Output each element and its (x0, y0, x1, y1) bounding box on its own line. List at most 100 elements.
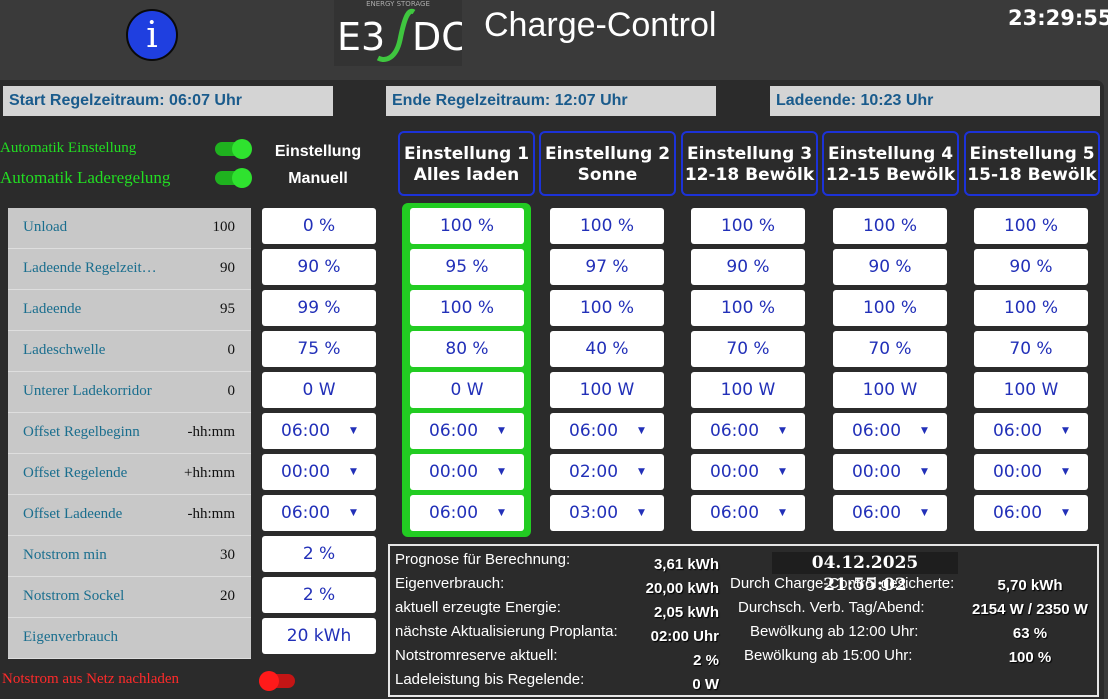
setting-5-value-input[interactable]: 06:00 ▼ (974, 495, 1088, 531)
setting-3-value-input[interactable]: 90 % (691, 249, 805, 285)
setting-value: 70 % (1009, 339, 1053, 359)
setting-3-value-input[interactable]: 100 W (691, 372, 805, 408)
info-value: 63 % (1012, 625, 1048, 642)
setting-3-subtitle: 12-18 Bewölk (684, 165, 815, 185)
setting-1-value-input[interactable]: 80 % (410, 331, 524, 367)
manual-value-input[interactable]: 99 % (262, 290, 376, 326)
info-value: 5,70 kWh (997, 577, 1063, 594)
setting-value: 100 % (1003, 298, 1058, 318)
param-value: +hh:mm (184, 465, 235, 481)
setting-4-value-input[interactable]: 100 % (833, 290, 947, 326)
setting-5-value-input[interactable]: 70 % (974, 331, 1088, 367)
setting-4-button[interactable]: Einstellung 4 12-15 Bewölk (822, 131, 959, 196)
ladeende-time: Ladeende: 10:23 Uhr (770, 86, 1100, 116)
setting-4-value-input[interactable]: 90 % (833, 249, 947, 285)
automatik-laderegelung-toggle[interactable] (215, 168, 252, 188)
setting-value: 00:00 (993, 462, 1043, 482)
setting-3-value-input[interactable]: 00:00 ▼ (691, 454, 805, 490)
setting-1-value-input[interactable]: 100 % (410, 290, 524, 326)
chevron-down-icon: ▼ (498, 426, 505, 436)
setting-2-value-input[interactable]: 100 % (550, 208, 664, 244)
setting-3-value-input[interactable]: 70 % (691, 331, 805, 367)
setting-1-value-input[interactable]: 100 % (410, 208, 524, 244)
setting-3-button[interactable]: Einstellung 3 12-18 Bewölk (681, 131, 818, 196)
setting-2-value-input[interactable]: 02:00 ▼ (550, 454, 664, 490)
setting-4-value-input[interactable]: 70 % (833, 331, 947, 367)
info-label: Durchsch. Verb. Tag/Abend: (738, 599, 925, 616)
chevron-down-icon: ▼ (498, 508, 505, 518)
info-icon[interactable]: i (126, 9, 178, 61)
setting-4-value-input[interactable]: 100 W (833, 372, 947, 408)
setting-value: 06:00 (710, 421, 760, 441)
setting-4-subtitle: 12-15 Bewölk (825, 165, 956, 185)
setting-5-value-input[interactable]: 06:00 ▼ (974, 413, 1088, 449)
param-row: Ladeende Regelzeit… 90 (8, 249, 251, 290)
chevron-down-icon: ▼ (1062, 508, 1069, 518)
setting-value: 97 % (585, 257, 629, 277)
param-name: Ladeende (23, 301, 82, 317)
manual-value-input[interactable]: 0 % (262, 208, 376, 244)
setting-2-value-input[interactable]: 40 % (550, 331, 664, 367)
setting-3-value-input[interactable]: 06:00 ▼ (691, 495, 805, 531)
manual-value-input[interactable]: 00:00 ▼ (262, 454, 376, 490)
setting-1-button[interactable]: Einstellung 1 Alles laden (398, 131, 535, 196)
manual-value-input[interactable]: 06:00 ▼ (262, 413, 376, 449)
setting-1-value-input[interactable]: 00:00 ▼ (410, 454, 524, 490)
setting-4-value-input[interactable]: 06:00 ▼ (833, 413, 947, 449)
setting-value: 70 % (868, 339, 912, 359)
param-value: -hh:mm (187, 424, 236, 440)
param-name: Offset Regelbeginn (23, 424, 140, 440)
manual-value-input[interactable]: 0 W (262, 372, 376, 408)
last-update-date: 04.12.2025 21:55:02 (772, 552, 958, 595)
setting-value: 100 % (720, 216, 775, 236)
setting-3-value-input[interactable]: 100 % (691, 290, 805, 326)
manual-value: 90 % (297, 257, 341, 277)
setting-1-value-input[interactable]: 0 W (410, 372, 524, 408)
setting-5-value-input[interactable]: 00:00 ▼ (974, 454, 1088, 490)
param-value: 0 (227, 383, 236, 399)
setting-1-value-input[interactable]: 95 % (410, 249, 524, 285)
manual-value-input[interactable]: 75 % (262, 331, 376, 367)
setting-3-title: Einstellung 3 (686, 144, 813, 164)
setting-value: 90 % (1009, 257, 1053, 277)
info-value: 20,00 kWh (645, 580, 719, 597)
setting-value: 40 % (585, 339, 629, 359)
setting-2-button[interactable]: Einstellung 2 Sonne (539, 131, 676, 196)
setting-5-value-input[interactable]: 100 % (974, 208, 1088, 244)
setting-1-value-input[interactable]: 06:00 ▼ (410, 413, 524, 449)
automatik-einstellung-toggle[interactable] (215, 139, 252, 159)
setting-2-value-input[interactable]: 97 % (550, 249, 664, 285)
setting-2-title: Einstellung 2 (544, 144, 671, 164)
setting-value: 06:00 (852, 421, 902, 441)
setting-5-value-input[interactable]: 100 % (974, 290, 1088, 326)
param-row: Ladeende 95 (8, 290, 251, 331)
manual-value-input[interactable]: 06:00 ▼ (262, 495, 376, 531)
setting-2-value-input[interactable]: 03:00 ▼ (550, 495, 664, 531)
setting-5-button[interactable]: Einstellung 5 15-18 Bewölk (964, 131, 1100, 196)
setting-3-value-input[interactable]: 06:00 ▼ (691, 413, 805, 449)
setting-4-value-input[interactable]: 06:00 ▼ (833, 495, 947, 531)
manual-value-input[interactable]: 90 % (262, 249, 376, 285)
setting-2-value-input[interactable]: 100 W (550, 372, 664, 408)
param-row: Offset Regelbeginn -hh:mm (8, 413, 251, 454)
setting-4-value-input[interactable]: 100 % (833, 208, 947, 244)
setting-value: 90 % (868, 257, 912, 277)
setting-3-value-input[interactable]: 100 % (691, 208, 805, 244)
clock: 23:29:55 (1008, 6, 1108, 30)
setting-2-value-input[interactable]: 06:00 ▼ (550, 413, 664, 449)
setting-5-value-input[interactable]: 90 % (974, 249, 1088, 285)
setting-4-value-input[interactable]: 00:00 ▼ (833, 454, 947, 490)
manual-value: 00:00 (281, 462, 331, 482)
setting-1-value-input[interactable]: 06:00 ▼ (410, 495, 524, 531)
setting-5-value-input[interactable]: 100 W (974, 372, 1088, 408)
setting-value: 80 % (445, 339, 489, 359)
start-regelzeitraum: Start Regelzeitraum: 06:07 Uhr (3, 86, 333, 116)
setting-value: 100 W (1003, 380, 1059, 400)
chevron-down-icon: ▼ (921, 467, 928, 477)
setting-value: 00:00 (852, 462, 902, 482)
svg-text:DC: DC (412, 15, 462, 59)
setting-2-value-input[interactable]: 100 % (550, 290, 664, 326)
app-title: Charge-Control (484, 6, 717, 44)
setting-value: 06:00 (429, 421, 479, 441)
automatik-laderegelung-label: Automatik Laderegelung (0, 168, 171, 187)
